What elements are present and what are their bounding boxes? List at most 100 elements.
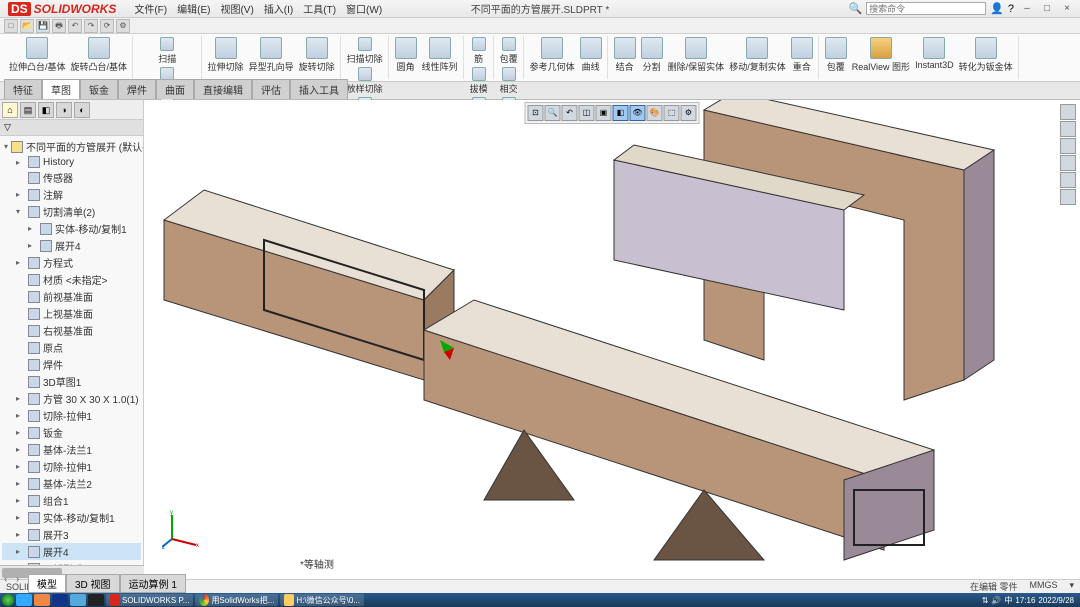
tb-explorer[interactable]: H:\微信公众号\0...	[280, 594, 364, 606]
menu-file[interactable]: 文件(F)	[130, 0, 171, 17]
tree-trim2[interactable]: ▸切除-拉伸1	[2, 458, 141, 475]
tab-motion-study[interactable]: 运动算例 1	[120, 574, 186, 593]
menu-edit[interactable]: 编辑(E)	[173, 0, 214, 17]
tree-history[interactable]: ▸History	[2, 155, 141, 169]
tb-solidworks[interactable]: SOLIDWORKS P...	[106, 594, 193, 606]
tb-app2-icon[interactable]	[34, 594, 50, 606]
tree-top-plane[interactable]: 上视基准面	[2, 305, 141, 322]
hole-wizard-button[interactable]: 异型孔向导	[247, 36, 296, 74]
tree-unfold3[interactable]: ▸展开3	[2, 526, 141, 543]
tab-sheetmetal[interactable]: 钣金	[80, 79, 118, 99]
linear-pattern-button[interactable]: 线性阵列	[420, 36, 460, 74]
fm-tab-dim-icon[interactable]: ◑	[56, 102, 72, 118]
extrude-boss-button[interactable]: 拉伸凸台/基体	[7, 36, 68, 74]
tree-right-plane[interactable]: 右视基准面	[2, 322, 141, 339]
tree-origin[interactable]: 原点	[2, 339, 141, 356]
ref-geometry-button[interactable]: 参考几何体	[528, 36, 577, 74]
display-style-icon[interactable]: ◧	[613, 105, 629, 121]
tree-solid-move[interactable]: ▸实体-移动/复制1	[2, 220, 141, 237]
save-icon[interactable]: 💾	[36, 19, 50, 33]
tp-appearances-icon[interactable]	[1060, 172, 1076, 188]
tp-design-lib-icon[interactable]	[1060, 121, 1076, 137]
tp-resources-icon[interactable]	[1060, 104, 1076, 120]
open-icon[interactable]: 📂	[20, 19, 34, 33]
convert-sheetmetal-button[interactable]: 转化为钣金体	[957, 36, 1015, 74]
tab-scroll-right-icon[interactable]: ›	[16, 574, 28, 593]
tree-trim1[interactable]: ▸切除-拉伸1	[2, 407, 141, 424]
combine-button[interactable]: 结合	[612, 36, 638, 74]
start-button[interactable]	[2, 594, 14, 606]
tree-combine[interactable]: ▸组合1	[2, 492, 141, 509]
zoom-fit-icon[interactable]: ⊡	[528, 105, 544, 121]
revolve-boss-button[interactable]: 旋转凸台/基体	[69, 36, 130, 74]
section-view-icon[interactable]: ◫	[579, 105, 595, 121]
options-icon[interactable]: ⚙	[116, 19, 130, 33]
split-button[interactable]: 分割	[639, 36, 665, 74]
tree-root[interactable]: ▾不同平面的方管展开 (默认<按加工>…)	[2, 138, 141, 155]
tree-unfold4[interactable]: ▸展开4	[2, 237, 141, 254]
close-button[interactable]: ×	[1058, 3, 1076, 14]
extrude-cut-button[interactable]: 拉伸切除	[206, 36, 246, 74]
intersect-button[interactable]: 相交	[498, 66, 520, 96]
tab-scroll-left-icon[interactable]: ‹	[4, 574, 16, 593]
prev-view-icon[interactable]: ↶	[562, 105, 578, 121]
tree-sheet[interactable]: ▸钣金	[2, 424, 141, 441]
tree-annotations[interactable]: ▸注解	[2, 186, 141, 203]
tab-features[interactable]: 特征	[4, 79, 42, 99]
wrap-button[interactable]: 包覆	[498, 36, 520, 66]
instant3d-button[interactable]: Instant3D	[913, 36, 956, 74]
orientation-triad[interactable]: y x z	[162, 509, 202, 549]
revolve-cut-button[interactable]: 旋转切除	[297, 36, 337, 74]
tb-ps-icon[interactable]	[52, 594, 68, 606]
new-icon[interactable]: □	[4, 19, 18, 33]
status-opts-icon[interactable]: ▾	[1069, 580, 1074, 593]
tab-3dview[interactable]: 3D 视图	[66, 574, 120, 593]
tree-weldment[interactable]: 焊件	[2, 356, 141, 373]
view-settings-icon[interactable]: ⚙	[681, 105, 697, 121]
tree-body-move[interactable]: ▸实体-移动/复制1	[2, 509, 141, 526]
minimize-button[interactable]: –	[1018, 3, 1036, 14]
coincident-button[interactable]: 重合	[789, 36, 815, 74]
user-icon[interactable]: 👤	[990, 2, 1004, 15]
fillet-button[interactable]: 圆角	[393, 36, 419, 74]
fm-tab-config-icon[interactable]: ◧	[38, 102, 54, 118]
swept-cut-button[interactable]: 扫描切除	[345, 36, 385, 66]
tree-3dsketch[interactable]: 3D草图1	[2, 373, 141, 390]
tab-insert-tools[interactable]: 插入工具	[290, 79, 348, 99]
tray-lang-icon[interactable]: 中	[1004, 595, 1012, 606]
tree-unfold4b[interactable]: ▸展开4	[2, 543, 141, 560]
system-tray[interactable]: ⇅ 🔊 中 17:16 2022/9/28	[982, 595, 1078, 606]
curves-button[interactable]: 曲线	[578, 36, 604, 74]
draft-button[interactable]: 拔模	[468, 66, 490, 96]
tp-custom-props-icon[interactable]	[1060, 189, 1076, 205]
help-icon[interactable]: ?	[1008, 3, 1014, 15]
tab-sketch[interactable]: 草图	[42, 79, 80, 99]
zoom-area-icon[interactable]: 🔍	[545, 105, 561, 121]
redo-icon[interactable]: ↷	[84, 19, 98, 33]
fm-tab-display-icon[interactable]: ◐	[74, 102, 90, 118]
tray-vol-icon[interactable]: 🔊	[991, 596, 1001, 605]
feature-tree[interactable]: ▾不同平面的方管展开 (默认<按加工>…) ▸History 传感器 ▸注解 ▾…	[0, 136, 143, 579]
fm-tab-property-icon[interactable]: ▤	[20, 102, 36, 118]
menu-view[interactable]: 视图(V)	[216, 0, 257, 17]
fm-tab-tree-icon[interactable]: ⌂	[2, 102, 18, 118]
tb-chrome[interactable]: 用SolidWorks把...	[195, 594, 278, 606]
loft-cut-button[interactable]: 放样切除	[345, 66, 385, 96]
rib-button[interactable]: 筋	[470, 36, 488, 66]
tab-weldments[interactable]: 焊件	[118, 79, 156, 99]
undo-icon[interactable]: ↶	[68, 19, 82, 33]
tab-evaluate[interactable]: 评估	[252, 79, 290, 99]
hide-show-icon[interactable]: 👁	[630, 105, 646, 121]
graphics-viewport[interactable]: ⊡ 🔍 ↶ ◫ ▣ ◧ 👁 🎨 ⬚ ⚙	[144, 100, 1080, 579]
realview-button[interactable]: RealView 图形	[850, 36, 912, 74]
move-copy-body-button[interactable]: 移动/复制实体	[727, 36, 788, 74]
maximize-button[interactable]: □	[1038, 3, 1056, 14]
tb-app3-icon[interactable]	[70, 594, 86, 606]
tree-cutlist[interactable]: ▾切割清单(2)	[2, 203, 141, 220]
tray-net-icon[interactable]: ⇅	[982, 596, 989, 605]
tree-material[interactable]: 材质 <未指定>	[2, 271, 141, 288]
menu-tools[interactable]: 工具(T)	[299, 0, 340, 17]
tp-view-palette-icon[interactable]	[1060, 155, 1076, 171]
filter-icon[interactable]: ▽	[4, 122, 11, 133]
tab-direct-edit[interactable]: 直接编辑	[194, 79, 252, 99]
